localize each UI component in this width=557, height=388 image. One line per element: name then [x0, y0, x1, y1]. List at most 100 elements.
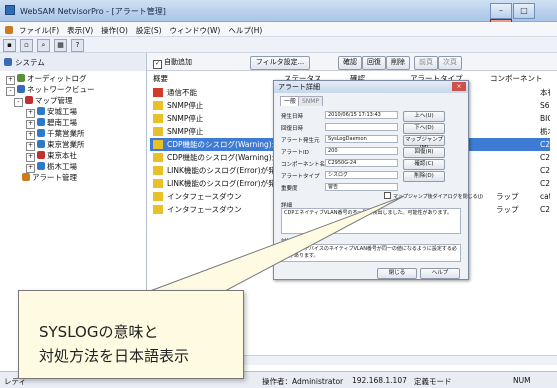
- auto-add-checkbox[interactable]: ✓ 自動追加: [153, 57, 192, 69]
- help-icon[interactable]: ?: [71, 39, 84, 52]
- dialog-action-button[interactable]: マップジャンプ(M): [403, 135, 445, 151]
- menu-bar: ファイル(F) 表示(V) 操作(O) 設定(S) ウィンドウ(W) ヘルプ(H): [0, 22, 557, 37]
- node-icon: [37, 162, 45, 170]
- severity-icon: [153, 127, 163, 136]
- dialog-field-label: 重要度: [281, 186, 298, 192]
- column-header[interactable]: コンポーネント: [490, 73, 543, 84]
- binoculars-icon[interactable]: ⌕: [37, 39, 50, 52]
- row-alert-type: ラップ: [496, 205, 519, 214]
- severity-icon: [153, 205, 163, 214]
- filter-button[interactable]: フィルタ設定...: [250, 56, 310, 70]
- dialog-help-button[interactable]: ヘルプ: [420, 268, 460, 279]
- severity-icon: [153, 192, 163, 201]
- row-summary: インタフェースダウン: [167, 192, 242, 201]
- dialog-action-button[interactable]: 回復(R): [403, 147, 445, 158]
- prev-page-button[interactable]: 前頁: [414, 56, 438, 70]
- dialog-action-button[interactable]: 上へ(U): [403, 111, 445, 122]
- menu-item[interactable]: 表示(V): [63, 22, 97, 36]
- column-header[interactable]: 概要: [153, 73, 168, 84]
- next-page-button[interactable]: 次頁: [438, 56, 462, 70]
- dialog-action-button[interactable]: 削除(D): [403, 171, 445, 182]
- status-mode: 定義モード: [414, 377, 452, 386]
- title-bar: WebSAM NetvisorPro - [アラート管理] –□×: [0, 0, 557, 35]
- node-icon: [37, 107, 45, 115]
- row-component: 本社1Fスイッチ: [540, 88, 550, 97]
- callout-line-1: SYSLOGの意味と: [39, 323, 159, 341]
- node-icon: [17, 85, 25, 93]
- detail-text: CDPエネイティブVLAN番号の不一致を検出しました。可能性があります。: [281, 208, 461, 234]
- alert-detail-dialog: アラート詳細 × 一般 SNMP 発生日時 2010/06/15 17:13:43…: [273, 80, 483, 280]
- row-summary: インタフェースダウン: [167, 205, 242, 214]
- row-summary: LINK機能のシスログ(Error)が発生: [167, 166, 284, 175]
- sidebar-item-label: 東京営業所: [47, 140, 85, 149]
- toolbar: ▪ ▫ ⌕ ▦?: [0, 37, 557, 53]
- confirm-button[interactable]: 確認: [338, 56, 362, 70]
- dialog-close-button[interactable]: ×: [452, 82, 466, 91]
- node-icon: [17, 74, 25, 82]
- menu-item[interactable]: ウィンドウ(W): [166, 22, 225, 36]
- collapse-icon[interactable]: -: [14, 98, 23, 107]
- severity-icon: [153, 101, 163, 110]
- sidebar-header[interactable]: システム: [0, 53, 147, 71]
- sidebar-item-label: アラート管理: [32, 173, 77, 182]
- menu-item[interactable]: ファイル(F): [15, 22, 63, 36]
- severity-icon: [153, 140, 163, 149]
- dialog-field-value: [325, 123, 398, 131]
- severity-icon: [153, 179, 163, 188]
- dialog-action-button[interactable]: 下へ(D): [403, 123, 445, 134]
- window-controls: –□×: [489, 3, 553, 35]
- callout-line-2: 対処方法を日本語表示: [39, 347, 190, 365]
- minimize-button[interactable]: –: [490, 3, 512, 19]
- severity-icon: [153, 88, 163, 97]
- auto-add-label: 自動追加: [164, 58, 192, 66]
- tab-snmp[interactable]: SNMP: [298, 96, 324, 106]
- dialog-field-value: 警告: [325, 183, 398, 191]
- dialog-field-value: C2950G-24: [325, 159, 398, 167]
- row-component: C2950G-24: [540, 153, 550, 162]
- dialog-field-label: 回復日時: [281, 126, 304, 132]
- node-icon: [37, 129, 45, 137]
- restore-button[interactable]: 回復: [362, 56, 386, 70]
- row-summary: SNMP停止: [167, 127, 204, 136]
- menu-item[interactable]: ヘルプ(H): [224, 22, 266, 36]
- remedy-text: 隣接するデバイスのネイティブVLAN番号が同一の値になるように設定する必要があり…: [281, 244, 461, 262]
- dialog-field-value: シスログ: [325, 171, 398, 179]
- sidebar-item-label: マップ管理: [35, 96, 73, 105]
- row-summary: SNMP停止: [167, 114, 204, 123]
- dialog-field-label: コンポーネント名: [281, 162, 326, 168]
- node-icon: [37, 140, 45, 148]
- window-title: WebSAM NetvisorPro - [アラート管理]: [20, 7, 166, 16]
- menu-item[interactable]: 操作(O): [97, 22, 132, 36]
- grid-icon[interactable]: ▦: [54, 39, 67, 52]
- close-after-jump-checkbox[interactable]: マップジャンプ後ダイアログを閉じる(J): [384, 192, 483, 200]
- row-component: C2950G-24: [540, 140, 550, 149]
- sidebar-item-label: オーディットログ: [27, 74, 87, 83]
- dialog-close-btn[interactable]: 閉じる: [377, 268, 417, 279]
- row-component: S6708-160: [540, 101, 550, 110]
- severity-icon: [153, 166, 163, 175]
- sidebar-item-label: 安城工場: [47, 107, 77, 116]
- sidebar-item[interactable]: アラート管理: [22, 172, 77, 183]
- delete-button[interactable]: 削除: [386, 56, 410, 70]
- row-summary: 通信不能: [167, 88, 197, 97]
- save-icon[interactable]: ▪: [3, 39, 16, 52]
- checkbox-icon: [384, 192, 391, 199]
- system-icon: [4, 58, 12, 66]
- print-icon[interactable]: ▫: [20, 39, 33, 52]
- node-icon: [22, 173, 30, 181]
- status-num: NUM: [513, 376, 531, 385]
- severity-icon: [153, 114, 163, 123]
- maximize-button[interactable]: □: [513, 3, 535, 19]
- dialog-field-label: アラートタイプ: [281, 174, 320, 180]
- row-summary: SNMP停止: [167, 101, 204, 110]
- sidebar-item-label: 千葉営業所: [47, 129, 85, 138]
- row-component: C2950G-24: [540, 166, 550, 175]
- tab-general[interactable]: 一般: [280, 96, 301, 106]
- row-component: C2950G-24: [540, 205, 550, 214]
- dialog-title: アラート詳細: [274, 81, 468, 93]
- dialog-field-value: 2010/06/15 17:13:43: [325, 111, 398, 119]
- dialog-action-button[interactable]: 確認(C): [403, 159, 445, 170]
- menu-item[interactable]: 設定(S): [132, 22, 166, 36]
- dialog-field-label: 発生日時: [281, 114, 304, 120]
- row-component: 栃木工場ルータ: [540, 127, 550, 136]
